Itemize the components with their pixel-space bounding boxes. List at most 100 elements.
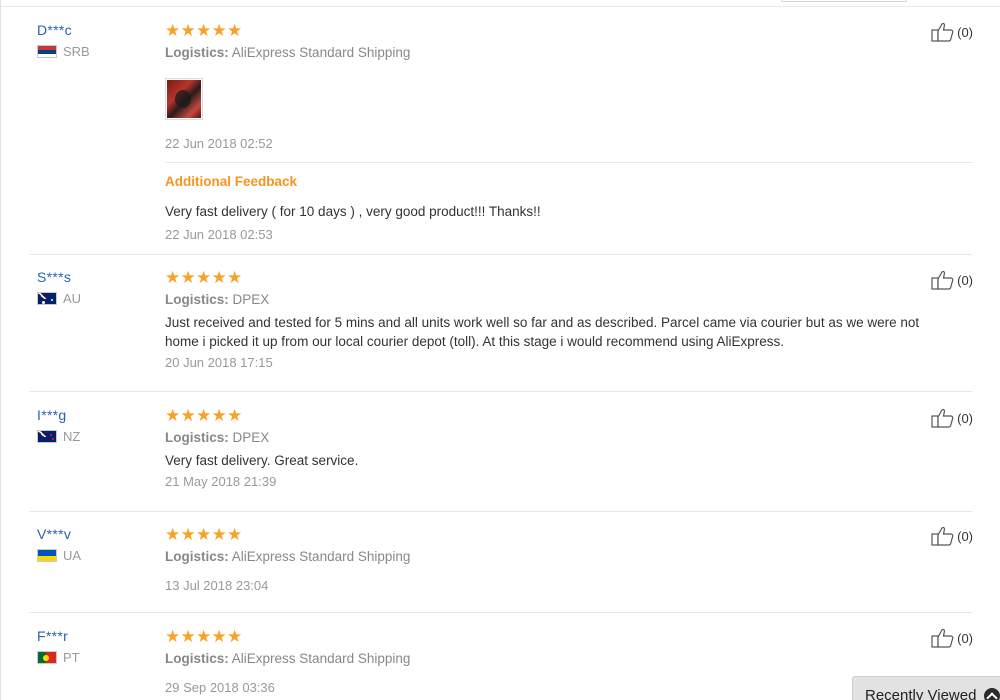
star-icon: ★ <box>227 268 243 287</box>
star-icon: ★ <box>180 627 196 646</box>
country-code: NZ <box>63 429 81 444</box>
review-date: 21 May 2018 21:39 <box>165 474 277 489</box>
reviewer-name[interactable]: F***r <box>37 628 157 644</box>
reviewer-info: D***c SRB <box>37 22 157 59</box>
review-divider <box>29 391 972 392</box>
reviewer-info: F***r PT <box>37 628 157 665</box>
logistics-info: Logistics: DPEX <box>165 292 973 307</box>
star-icon: ★ <box>196 627 212 646</box>
top-divider <box>1 6 1000 7</box>
helpful-button[interactable]: (0) <box>931 22 973 42</box>
sort-dropdown-edge[interactable] <box>781 0 907 2</box>
star-icon: ★ <box>180 525 196 544</box>
thumbs-up-icon <box>931 22 954 42</box>
star-icon: ★ <box>180 21 196 40</box>
star-icon: ★ <box>165 268 181 287</box>
review-text-line: home i picked it up from our local couri… <box>165 334 785 349</box>
reviewer-name[interactable]: D***c <box>37 22 157 38</box>
star-icon: ★ <box>165 21 181 40</box>
logistics-value: AliExpress Standard Shipping <box>231 651 411 666</box>
recently-viewed-tab[interactable]: Recently Viewed <box>852 676 1000 700</box>
logistics-value: DPEX <box>232 430 270 445</box>
reviewer-country: SRB <box>37 44 157 59</box>
star-icon: ★ <box>165 406 181 425</box>
star-icon: ★ <box>211 268 227 287</box>
logistics-label: Logistics: <box>165 430 229 445</box>
additional-feedback-title: Additional Feedback <box>165 174 298 189</box>
additional-feedback-divider <box>165 162 973 163</box>
helpful-count: (0) <box>957 630 973 646</box>
flag-au-icon <box>37 292 57 305</box>
chevron-up-circle-icon <box>984 688 1000 700</box>
helpful-count: (0) <box>957 528 973 544</box>
reviews-page: D***c SRB ★ ★ ★ ★ ★ Logistics: AliExpress St… <box>0 0 1000 700</box>
country-code: SRB <box>63 44 90 59</box>
star-icon: ★ <box>211 406 227 425</box>
star-icon: ★ <box>211 525 227 544</box>
reviewer-name[interactable]: V***v <box>37 526 157 542</box>
review-text: Just received and tested for 5 mins and … <box>165 313 973 351</box>
logistics-label: Logistics: <box>165 651 229 666</box>
star-icon: ★ <box>196 525 212 544</box>
flag-nz-icon <box>37 430 57 443</box>
reviewer-country: AU <box>37 291 157 306</box>
product-photo-icon <box>167 80 201 118</box>
reviewer-info: I***g NZ <box>37 407 157 444</box>
logistics-label: Logistics: <box>165 549 229 564</box>
helpful-button[interactable]: (0) <box>931 628 973 648</box>
logistics-value: DPEX <box>232 292 270 307</box>
helpful-count: (0) <box>957 410 973 426</box>
reviewer-country: UA <box>37 548 157 563</box>
review-divider <box>29 254 972 255</box>
helpful-button[interactable]: (0) <box>931 526 973 546</box>
review-date: 20 Jun 2018 17:15 <box>165 355 273 370</box>
logistics-info: Logistics: AliExpress Standard Shipping <box>165 549 973 564</box>
logistics-value: AliExpress Standard Shipping <box>231 45 411 60</box>
flag-pt-icon <box>37 651 57 664</box>
country-code: AU <box>63 291 82 306</box>
flag-srb-icon <box>37 45 57 58</box>
thumbs-up-icon <box>931 526 954 546</box>
thumbs-up-icon <box>931 270 954 290</box>
country-code: UA <box>63 548 82 563</box>
review-text: Very fast delivery. Great service. <box>165 453 359 468</box>
star-icon: ★ <box>196 268 212 287</box>
star-icon: ★ <box>227 525 243 544</box>
country-code: PT <box>63 650 80 665</box>
logistics-label: Logistics: <box>165 292 229 307</box>
star-icon: ★ <box>180 406 196 425</box>
reviewer-info: V***v UA <box>37 526 157 563</box>
star-icon: ★ <box>227 406 243 425</box>
logistics-info: Logistics: DPEX <box>165 430 973 445</box>
review-photo-thumbnail[interactable] <box>165 78 203 120</box>
helpful-button[interactable]: (0) <box>931 408 973 428</box>
recently-viewed-label: Recently Viewed <box>865 687 977 700</box>
star-icon: ★ <box>165 525 181 544</box>
star-rating: ★ ★ ★ ★ ★ <box>165 22 973 40</box>
star-icon: ★ <box>165 627 181 646</box>
thumbs-up-icon <box>931 628 954 648</box>
review-body: ★ ★ ★ ★ ★ Logistics: AliExpress Standard Shi… <box>165 22 973 242</box>
logistics-label: Logistics: <box>165 45 229 60</box>
star-icon: ★ <box>196 406 212 425</box>
star-icon: ★ <box>180 268 196 287</box>
star-icon: ★ <box>227 21 243 40</box>
star-icon: ★ <box>227 627 243 646</box>
thumbs-up-icon <box>931 408 954 428</box>
helpful-count: (0) <box>957 24 973 40</box>
reviewer-country: NZ <box>37 429 157 444</box>
reviewer-name[interactable]: S***s <box>37 269 157 285</box>
review-date: 13 Jul 2018 23:04 <box>165 578 269 593</box>
review-body: ★ ★ ★ ★ ★ Logistics: DPEX Just received and … <box>165 269 973 370</box>
review-date: 22 Jun 2018 02:52 <box>165 136 273 151</box>
logistics-info: Logistics: AliExpress Standard Shipping <box>165 45 973 60</box>
additional-feedback-text: Very fast delivery ( for 10 days ) , ver… <box>165 204 541 219</box>
star-rating: ★ ★ ★ ★ ★ <box>165 407 973 425</box>
reviewer-name[interactable]: I***g <box>37 407 157 423</box>
reviewer-country: PT <box>37 650 157 665</box>
review-divider <box>29 511 972 512</box>
reviewer-info: S***s AU <box>37 269 157 306</box>
helpful-button[interactable]: (0) <box>931 270 973 290</box>
review-text-line: Just received and tested for 5 mins and … <box>165 315 920 330</box>
star-icon: ★ <box>211 627 227 646</box>
